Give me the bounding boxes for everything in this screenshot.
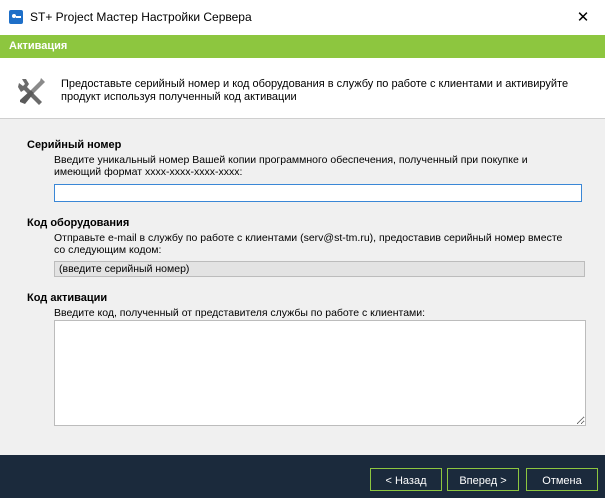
tools-icon [18,78,45,105]
hardware-code-field: (введите серийный номер) [54,261,585,277]
activation-code-title: Код активации [27,292,108,304]
activation-form: Серийный номер Введите уникальный номер … [0,119,605,455]
activation-code-textarea[interactable] [54,320,586,426]
app-logo-icon [9,10,23,24]
back-button[interactable]: < Назад [370,468,442,491]
title-bar: ST+ Project Мастер Настройки Сервера ✕ [0,0,605,35]
step-title: Активация [9,40,68,52]
close-icon[interactable]: ✕ [561,0,605,35]
info-text: Предоставьте серийный номер и код оборуд… [61,78,569,103]
next-button[interactable]: Вперед > [447,468,519,491]
hardware-code-title: Код оборудования [27,217,130,229]
serial-number-title: Серийный номер [27,139,122,151]
serial-number-input[interactable] [54,184,582,202]
window-title: ST+ Project Мастер Настройки Сервера [30,10,252,24]
cancel-button[interactable]: Отмена [526,468,598,491]
footer-bar: < Назад Вперед > Отмена [0,455,605,498]
info-panel: Предоставьте серийный номер и код оборуд… [0,58,605,118]
step-banner: Активация [0,35,605,58]
serial-number-description: Введите уникальный номер Вашей копии про… [54,154,528,178]
hardware-code-description: Отправьте e-mail в службу по работе с кл… [54,232,563,256]
activation-code-description: Введите код, полученный от представителя… [54,307,426,319]
